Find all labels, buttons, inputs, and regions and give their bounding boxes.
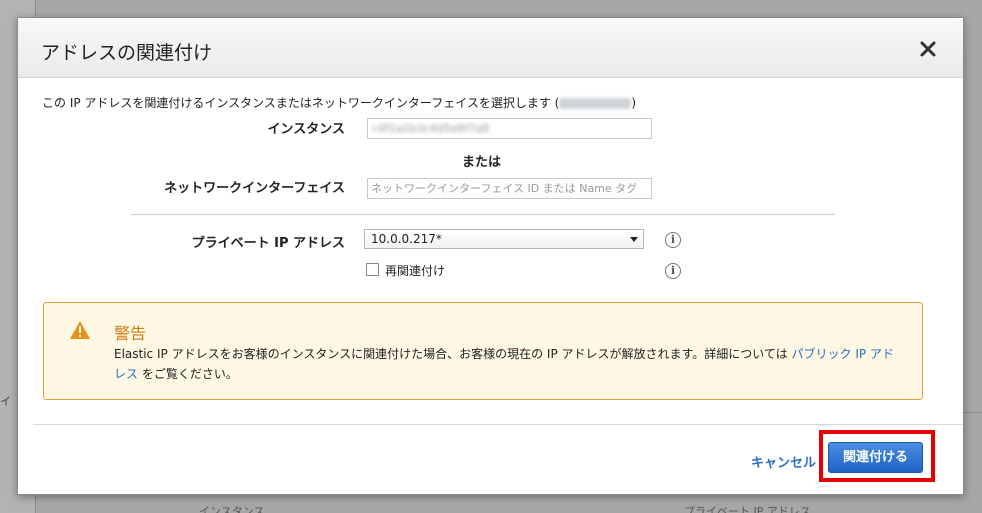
associate-address-dialog: アドレスの関連付け この IP アドレスを関連付けるインスタンスまたはネットワー…	[17, 17, 964, 495]
warning-message: Elastic IP アドレスをお客様のインスタンスに関連付けた場合、お客様の現…	[114, 344, 904, 384]
instance-input[interactable]	[367, 118, 652, 139]
background-sidebar-text: イ	[0, 395, 11, 408]
form-divider	[131, 214, 835, 215]
background-column-private-ip: プライベート IP アドレス	[684, 505, 811, 513]
or-separator: または	[462, 155, 502, 170]
warning-body-end: をご覧ください。	[138, 367, 238, 381]
associate-button[interactable]: 関連付ける	[828, 442, 923, 473]
reassociate-info-icon[interactable]: i	[665, 263, 681, 279]
cancel-button[interactable]: キャンセル	[751, 452, 816, 471]
redacted-address	[559, 98, 632, 109]
dialog-title: アドレスの関連付け	[41, 42, 213, 64]
chevron-down-icon	[630, 237, 638, 242]
intro-text-suffix: )	[631, 96, 637, 110]
reassociate-checkbox[interactable]	[366, 263, 379, 276]
warning-body: Elastic IP アドレスをお客様のインスタンスに関連付けた場合、お客様の現…	[114, 347, 792, 361]
warning-triangle-icon	[70, 321, 90, 339]
close-button[interactable]	[916, 37, 940, 61]
intro-text-prefix: この IP アドレスを関連付けるインスタンスまたはネットワークインターフェイスを…	[42, 96, 560, 110]
footer-divider	[33, 424, 963, 425]
background-column-instance: インスタンス	[199, 505, 265, 513]
private-ip-info-icon[interactable]: i	[665, 232, 681, 248]
background-divider	[964, 412, 982, 413]
warning-title: 警告	[114, 324, 147, 343]
private-ip-select[interactable]: 10.0.0.217*	[364, 229, 644, 249]
instance-label: インスタンス	[267, 122, 345, 137]
dialog-header: アドレスの関連付け	[18, 18, 963, 78]
network-interface-input[interactable]	[367, 178, 652, 199]
private-ip-label: プライベート IP アドレス	[191, 236, 345, 251]
intro-text: この IP アドレスを関連付けるインスタンスまたはネットワークインターフェイスを…	[42, 94, 636, 111]
private-ip-selected-value: 10.0.0.217*	[371, 232, 442, 246]
close-x-icon	[920, 41, 936, 57]
network-interface-label: ネットワークインターフェイス	[164, 181, 345, 196]
reassociate-label: 再関連付け	[385, 264, 446, 278]
warning-box: 警告 Elastic IP アドレスをお客様のインスタンスに関連付けた場合、お客…	[43, 302, 923, 400]
